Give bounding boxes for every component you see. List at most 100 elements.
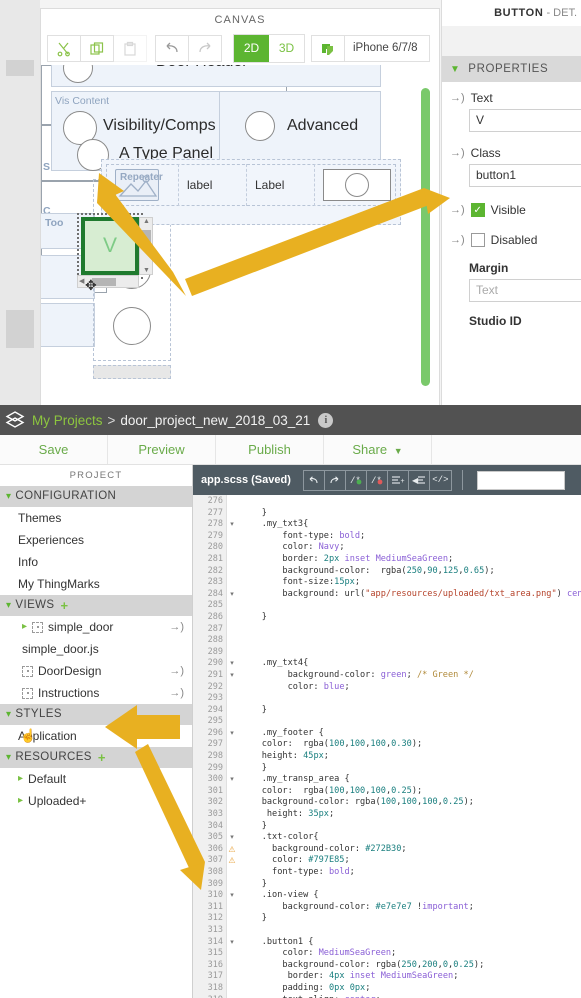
- chevron-right-icon[interactable]: ▸: [18, 790, 23, 812]
- code-line[interactable]: .my_txt3{: [237, 519, 581, 531]
- device-selector[interactable]: iPhone 6/7/8: [344, 35, 430, 62]
- sidebar-section-styles[interactable]: ▾STYLES: [0, 704, 192, 725]
- repeater-panel[interactable]: Repeater label Label: [101, 159, 401, 225]
- dragged-button-widget[interactable]: V: [81, 217, 139, 275]
- code-lines[interactable]: } .my_txt3{ font-type: bold; color: Navy…: [237, 495, 581, 998]
- code-line[interactable]: [237, 496, 581, 508]
- code-line[interactable]: }: [237, 705, 581, 717]
- fold-marker[interactable]: ▾: [227, 519, 237, 531]
- open-view-icon[interactable]: →): [169, 682, 184, 704]
- code-line[interactable]: }: [237, 879, 581, 891]
- redo-button[interactable]: [188, 35, 222, 62]
- fold-marker[interactable]: ▾: [227, 832, 237, 844]
- repeater-label-cell-1[interactable]: label: [179, 164, 247, 206]
- code-line[interactable]: [237, 647, 581, 659]
- code-line[interactable]: height: 35px;: [237, 809, 581, 821]
- binding-icon[interactable]: →): [450, 204, 465, 216]
- sidebar-item-my-thingmarks[interactable]: My ThingMarks: [0, 573, 192, 595]
- text-property-input[interactable]: V: [469, 109, 581, 132]
- code-line[interactable]: [237, 624, 581, 636]
- binding-icon[interactable]: →): [450, 234, 465, 246]
- code-area[interactable]: 2762772782792802812822832842852862872882…: [193, 495, 581, 998]
- sidebar-item-uploaded[interactable]: ▸Uploaded+: [0, 790, 192, 812]
- editor-comment-add-button[interactable]: /*: [346, 471, 367, 490]
- code-line[interactable]: font-size:15px;: [237, 577, 581, 589]
- undo-button[interactable]: [155, 35, 189, 62]
- editor-undo-button[interactable]: [304, 471, 325, 490]
- code-line[interactable]: }: [237, 913, 581, 925]
- code-line[interactable]: [237, 635, 581, 647]
- code-line[interactable]: .button1 {: [237, 937, 581, 949]
- sidebar-item-themes[interactable]: Themes: [0, 507, 192, 529]
- open-view-icon[interactable]: →): [169, 660, 184, 682]
- wireframe-block[interactable]: [41, 303, 95, 347]
- editor-indent-button[interactable]: +: [388, 471, 409, 490]
- cut-button[interactable]: [47, 35, 81, 62]
- code-line[interactable]: [237, 716, 581, 728]
- sidebar-item-default[interactable]: ▸Default: [0, 768, 192, 790]
- code-line[interactable]: background-color: rgba(100,100,100,0.25)…: [237, 797, 581, 809]
- sidebar-item-instructions[interactable]: Instructions→): [0, 682, 192, 704]
- disabled-checkbox[interactable]: [471, 233, 485, 247]
- layers-button[interactable]: [311, 35, 345, 62]
- fold-marker[interactable]: ▾: [227, 670, 237, 682]
- sidebar-item-simple-door[interactable]: ▸simple_door→): [0, 616, 192, 638]
- repeater-image-cell[interactable]: Repeater: [107, 164, 179, 206]
- breadcrumb-root-link[interactable]: My Projects: [32, 413, 103, 428]
- preview-button[interactable]: Preview: [108, 435, 216, 464]
- repeater-row[interactable]: Repeater label Label: [106, 164, 396, 206]
- editor-comment-remove-button[interactable]: /*: [367, 471, 388, 490]
- add-icon[interactable]: +: [60, 595, 68, 616]
- fold-marker[interactable]: ▾: [227, 774, 237, 786]
- code-line[interactable]: padding: 0px 0px;: [237, 983, 581, 995]
- code-line[interactable]: font-type: bold;: [237, 867, 581, 879]
- repeater-radio-cell[interactable]: [315, 164, 391, 206]
- code-line[interactable]: }: [237, 612, 581, 624]
- sidebar-item-info[interactable]: Info: [0, 551, 192, 573]
- code-line[interactable]: color: blue;: [237, 682, 581, 694]
- code-line[interactable]: }: [237, 821, 581, 833]
- code-line[interactable]: color: MediumSeaGreen;: [237, 948, 581, 960]
- code-line[interactable]: background-color: green; /* Green */: [237, 670, 581, 682]
- fold-marker[interactable]: ▾: [227, 589, 237, 601]
- scrollbar-thumb[interactable]: [142, 230, 151, 250]
- binding-icon[interactable]: →): [450, 147, 465, 159]
- binding-icon[interactable]: →): [450, 92, 465, 104]
- sidebar-item-experiences[interactable]: Experiences: [0, 529, 192, 551]
- fold-marker[interactable]: ▾: [227, 890, 237, 902]
- view-mode-2d[interactable]: 2D: [234, 35, 269, 62]
- code-line[interactable]: [237, 600, 581, 612]
- code-line[interactable]: }: [237, 508, 581, 520]
- code-line[interactable]: background-color: rgba(250,90,125,0.65);: [237, 566, 581, 578]
- code-line[interactable]: height: 45px;: [237, 751, 581, 763]
- repeater-label-cell-2[interactable]: Label: [247, 164, 315, 206]
- sidebar-item-application[interactable]: Application☝: [0, 725, 192, 747]
- open-view-icon[interactable]: →): [169, 616, 184, 638]
- fold-marker[interactable]: ▾: [227, 728, 237, 740]
- editor-redo-button[interactable]: [325, 471, 346, 490]
- code-line[interactable]: font-type: bold;: [237, 531, 581, 543]
- code-line[interactable]: .my_footer {: [237, 728, 581, 740]
- code-line[interactable]: background: url("app/resources/uploaded/…: [237, 589, 581, 601]
- code-line[interactable]: .ion-view {: [237, 890, 581, 902]
- view-mode-3d[interactable]: 3D: [269, 35, 304, 62]
- widget-vertical-scrollbar[interactable]: ▲ ▼: [139, 217, 153, 275]
- fold-marker[interactable]: ▾: [227, 937, 237, 949]
- sidebar-section-resources[interactable]: ▾RESOURCES+: [0, 747, 192, 768]
- code-line[interactable]: color: #797E85;: [237, 855, 581, 867]
- code-line[interactable]: }: [237, 763, 581, 775]
- add-icon[interactable]: +: [98, 747, 106, 768]
- copy-button[interactable]: [80, 35, 114, 62]
- add-icon[interactable]: +: [79, 790, 86, 812]
- code-line[interactable]: text-align: center;: [237, 995, 581, 998]
- sidebar-section-views[interactable]: ▾VIEWS+: [0, 595, 192, 616]
- code-line[interactable]: background-color: #272B30;: [237, 844, 581, 856]
- code-line[interactable]: [237, 925, 581, 937]
- code-line[interactable]: border: 4px inset MediumSeaGreen;: [237, 971, 581, 983]
- radio-button-widget[interactable]: [323, 169, 391, 201]
- share-button[interactable]: Share ▼: [324, 435, 432, 464]
- sidebar-item-simple-door-js[interactable]: simple_door.js: [0, 638, 192, 660]
- canvas-body[interactable]: Door Header Vis Content Visibility/Comps…: [41, 65, 439, 405]
- fold-marker[interactable]: ▾: [227, 658, 237, 670]
- save-button[interactable]: Save: [0, 435, 108, 464]
